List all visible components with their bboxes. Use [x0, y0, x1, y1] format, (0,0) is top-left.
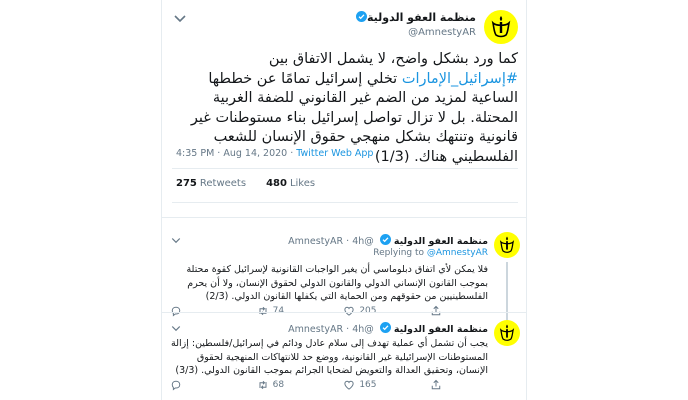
- tweet-meta: 4:35 PM · Aug 14, 2020 · Twitter Web App: [176, 148, 373, 159]
- replying-label: Replying to: [373, 248, 427, 258]
- author-names: منظمة العفو الدولية @AmnestyAR: [353, 10, 476, 40]
- retweet-icon: [259, 380, 267, 390]
- reply-text: يجب أن تشمل أي عملية تهدف إلى سلام عادل …: [171, 338, 488, 376]
- tweet-actions: 74 205: [170, 304, 488, 318]
- reply-header: منظمة العفو الدولية @AmnestyAR · 4h: [288, 322, 488, 337]
- share-icon: [431, 305, 441, 316]
- reply-header: منظمة العفو الدولية @AmnestyAR · 4h: [288, 234, 488, 249]
- divider: [162, 312, 526, 313]
- heart-icon: [344, 380, 354, 390]
- tweet-timestamp[interactable]: 4:35 PM · Aug 14, 2020 ·: [176, 148, 296, 159]
- amnesty-candle-icon: [499, 236, 515, 253]
- divider: [172, 202, 518, 203]
- reply-tweet[interactable]: منظمة العفو الدولية @AmnestyAR · 4h يجب …: [162, 320, 526, 400]
- reply-action[interactable]: [170, 305, 228, 317]
- reply-icon: [171, 380, 181, 391]
- retweets-stat[interactable]: 275 Retweets: [176, 178, 246, 189]
- verified-badge-icon: [379, 322, 391, 333]
- author-display-name[interactable]: منظمة العفو الدولية: [353, 10, 476, 25]
- share-icon: [431, 379, 441, 390]
- author-handle-time[interactable]: @AmnestyAR · 4h: [288, 236, 374, 247]
- thread-connector: [506, 262, 508, 324]
- reply-tweet[interactable]: منظمة العفو الدولية @AmnestyAR · 4h Repl…: [162, 232, 526, 324]
- reply-text: فلا يمكن لأي اتفاق دبلوماسي أن يغير الوا…: [186, 264, 488, 302]
- reply-icon: [171, 306, 181, 317]
- author-handle-time[interactable]: @AmnestyAR · 4h: [288, 324, 374, 335]
- share-action[interactable]: [430, 379, 488, 391]
- retweet-action[interactable]: 74: [257, 305, 315, 317]
- author-handle[interactable]: @AmnestyAR: [353, 25, 476, 40]
- likes-stat[interactable]: 480 Likes: [266, 178, 315, 189]
- tweet-actions: 68 165: [170, 378, 488, 392]
- tweet-thread: منظمة العفو الدولية @AmnestyAR كما ورد ب…: [161, 0, 527, 400]
- chevron-down-icon[interactable]: [172, 10, 188, 26]
- amnesty-candle-icon: [491, 16, 511, 38]
- divider: [172, 168, 518, 169]
- main-tweet: منظمة العفو الدولية @AmnestyAR كما ورد ب…: [162, 0, 526, 218]
- author-display-name[interactable]: منظمة العفو الدولية: [394, 236, 488, 247]
- tweet-header: منظمة العفو الدولية @AmnestyAR: [172, 10, 518, 44]
- like-action[interactable]: 205: [343, 305, 401, 317]
- retweet-icon: [259, 306, 267, 316]
- avatar[interactable]: [494, 232, 520, 258]
- share-action[interactable]: [430, 305, 488, 317]
- retweet-action[interactable]: 68: [257, 379, 315, 391]
- hashtag-link[interactable]: #إسرائيل_الإمارات: [402, 71, 518, 87]
- author-display-name[interactable]: منظمة العفو الدولية: [394, 324, 488, 335]
- tweet-source-link[interactable]: Twitter Web App: [296, 148, 373, 159]
- engagement-stats: 275 Retweets 480 Likes: [176, 178, 315, 189]
- verified-badge-icon: [355, 11, 367, 22]
- avatar[interactable]: [494, 320, 520, 346]
- like-action[interactable]: 165: [343, 379, 401, 391]
- verified-badge-icon: [379, 234, 391, 245]
- chevron-down-icon[interactable]: [170, 234, 182, 246]
- reply-action[interactable]: [170, 379, 228, 391]
- mention-link[interactable]: @AmnestyAR: [427, 248, 488, 258]
- amnesty-candle-icon: [499, 324, 515, 341]
- chevron-down-icon[interactable]: [170, 322, 182, 334]
- tweet-text-part: كما ورد بشكل واضح، لا يشمل الاتفاق بين: [268, 51, 518, 67]
- avatar[interactable]: [484, 10, 518, 44]
- replying-to: Replying to @AmnestyAR: [162, 248, 488, 258]
- heart-icon: [344, 306, 354, 316]
